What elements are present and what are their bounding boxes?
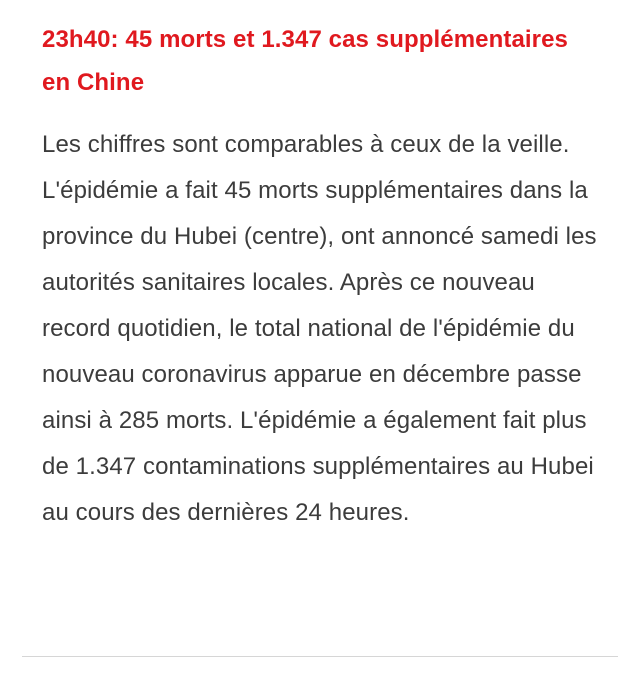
entry-divider: [22, 656, 618, 657]
news-update-entry: 23h40: 45 morts et 1.347 cas supplémenta…: [42, 18, 602, 536]
update-body-text: Les chiffres sont comparables à ceux de …: [42, 131, 597, 526]
update-headline: 23h40: 45 morts et 1.347 cas supplémenta…: [42, 26, 569, 96]
